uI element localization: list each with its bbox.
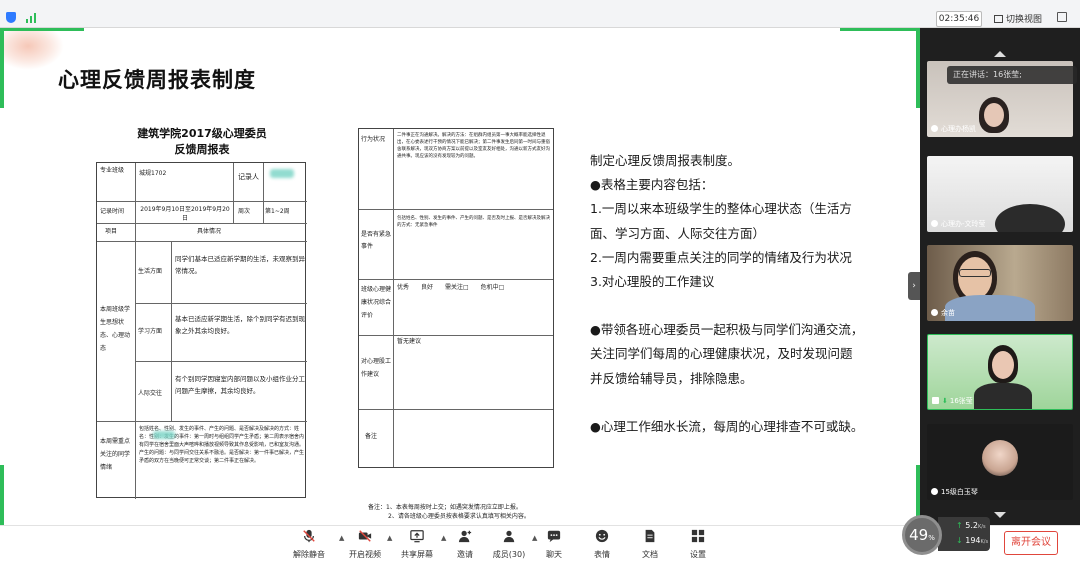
- study-label: 学习方面: [138, 328, 163, 335]
- documents-button[interactable]: 文档: [625, 529, 675, 560]
- life-label: 生活方面: [138, 268, 163, 275]
- advice-text: 暂无建议: [397, 338, 422, 345]
- participant-tile[interactable]: 心理办-文玲莹: [927, 156, 1073, 232]
- major-label: 专业班级: [100, 167, 125, 174]
- speaking-indicator: 正在讲话：16张莹;: [947, 66, 1077, 84]
- participant-tile[interactable]: 余苗: [927, 245, 1073, 321]
- form-table: 专业班级 城规1702 记录人 记录时间 2019年9月10日至2019年9月2…: [96, 162, 307, 499]
- document-icon: [645, 529, 655, 543]
- settings-button[interactable]: 设置: [673, 529, 723, 560]
- social-label: 人际交往: [138, 390, 163, 397]
- weekly-report-form-page2: 行为状况 二件事正在沟通解决。解决的方法：在组群内组员第一事大概率能选择性退出，…: [358, 128, 554, 468]
- advice-label: 对心理股工作建议: [361, 358, 391, 378]
- record-time-value: 2019年9月10日至2019年9月20日: [140, 206, 230, 222]
- screen-share-icon: [932, 397, 939, 404]
- record-time-label: 记录时间: [100, 208, 125, 215]
- detail-label: 具体情况: [197, 228, 222, 235]
- health-options: 优秀 良好 需关注□ 危机中□: [397, 284, 505, 291]
- urgent-label: 是否有紧急事件: [361, 231, 391, 250]
- security-shield-icon[interactable]: [6, 12, 16, 23]
- fullscreen-icon[interactable]: [1057, 12, 1067, 22]
- settings-grid-icon: [691, 529, 705, 543]
- user-icon: [931, 220, 938, 227]
- participant-tile-active[interactable]: ⬇ 16张莹: [927, 334, 1073, 410]
- collapse-panel-button[interactable]: ›: [908, 272, 920, 300]
- leave-meeting-button[interactable]: 离开会议: [1004, 531, 1058, 555]
- scroll-up-icon[interactable]: [994, 51, 1006, 57]
- window-titlebar: [0, 0, 1080, 28]
- focus-label: 本周需重点关注的同学情绪: [100, 438, 131, 471]
- weekly-report-form: 建筑学院2017级心理委员 反馈周报表 专业班级 城规1702 记录人 记录时间…: [96, 126, 308, 500]
- week-value: 第1~2周: [265, 208, 290, 215]
- decorative-brush: [4, 30, 64, 70]
- remark-label: 备注: [365, 433, 378, 440]
- redacted-name: [270, 169, 294, 178]
- user-icon: [931, 309, 938, 316]
- behavior-label: 行为状况: [361, 136, 386, 143]
- urgent-text: 包括姓名、性别、发生的事件、产生的问题、是否及时上报、是否解决及解决的方式：无紧…: [397, 216, 550, 228]
- share-border: [840, 28, 920, 31]
- life-text: 同学们基本已适应新学期的生活，未观察到异常情况。: [175, 255, 305, 275]
- share-border: [0, 28, 4, 108]
- emoji-button[interactable]: 表情: [577, 529, 627, 560]
- item-label: 项目: [105, 228, 118, 235]
- form-title: 建筑学院2017级心理委员 反馈周报表: [137, 127, 267, 156]
- share-screen-button[interactable]: 共享屏幕: [392, 529, 442, 560]
- study-text: 基本已适应新学期生活，除个别同学有迟到现象之外其余均良好。: [175, 315, 305, 335]
- major-value: 城规1702: [139, 170, 167, 177]
- scroll-down-icon[interactable]: [994, 512, 1006, 518]
- user-icon: [931, 488, 938, 495]
- slide-title: 心理反馈周报表制度: [58, 68, 256, 92]
- participant-tile[interactable]: 15级白玉琴: [927, 424, 1073, 500]
- camera-off-icon: [358, 530, 372, 542]
- members-icon: [503, 530, 515, 543]
- redacted-name: [153, 431, 175, 439]
- share-border: [0, 465, 4, 525]
- members-button[interactable]: 成员(30): [484, 529, 534, 560]
- signal-strength-icon[interactable]: [26, 13, 38, 23]
- unmute-button[interactable]: 解除静音: [284, 529, 334, 560]
- meeting-timer: 02:35:46: [936, 11, 982, 27]
- chat-button[interactable]: 聊天: [529, 529, 579, 560]
- invite-button[interactable]: 邀请: [440, 529, 490, 560]
- microphone-muted-icon: [303, 529, 315, 543]
- chat-icon: [547, 530, 561, 543]
- user-icon: [931, 125, 938, 132]
- section-label: 本周班级学生思想状态、心理动态: [100, 306, 131, 352]
- mic-active-icon: ⬇: [942, 397, 948, 405]
- network-quality-indicator[interactable]: 49%: [902, 515, 942, 555]
- add-user-icon: [458, 530, 472, 543]
- week-label: 周次: [238, 208, 251, 215]
- health-label: 班级心理健康状况综合评价: [361, 286, 391, 319]
- form-footnote: 备注：1、本表每周按时上交；如遇突发情况应立即上报。 2、请各班级心理委员按表格…: [368, 504, 530, 520]
- switch-view-button[interactable]: 切换视图: [994, 12, 1042, 25]
- share-border: [4, 28, 84, 31]
- smile-icon: [595, 529, 609, 543]
- screen-share-icon: [410, 530, 424, 543]
- slide-description: 制定心理反馈周报表制度。 ●表格主要内容包括： 1.一周以来本班级学生的整体心理…: [590, 153, 864, 434]
- social-text: 有个别同学因寝室内部问题以及小组作业分工问题产生摩擦，其余均良好。: [175, 375, 305, 395]
- start-video-button[interactable]: 开启视频: [340, 529, 390, 560]
- behavior-text: 二件事正在沟通解决。解决的方法：在组群内组员第一事大概率能选择性退出，在心委表述…: [397, 133, 550, 159]
- network-stats: ↑ 5.2K/s ↓ 194K/s: [938, 517, 990, 551]
- grid-icon: [994, 15, 1003, 23]
- recorder-label: 记录人: [238, 173, 259, 181]
